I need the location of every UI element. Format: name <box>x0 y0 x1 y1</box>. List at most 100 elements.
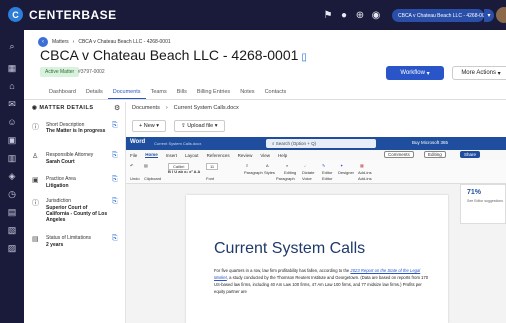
menu-layout[interactable]: Layout <box>185 153 199 158</box>
share-button[interactable]: Share <box>460 151 481 158</box>
editor-score-panel[interactable]: 71% See Editor suggestions <box>460 184 506 224</box>
workflow-button[interactable]: Workflow ▾ <box>386 66 444 80</box>
mail-icon[interactable]: ✉ <box>6 98 18 110</box>
page-title: CBCA v Chateau Beach LLC - 4268-0001 ▯ <box>40 47 307 63</box>
tab-dashboard[interactable]: Dashboard <box>44 86 81 99</box>
paste-icon[interactable]: ▤ <box>144 163 148 168</box>
menu-review[interactable]: Review <box>238 153 253 158</box>
clock-icon[interactable]: ◷ <box>6 188 18 200</box>
editing-ribbon-button[interactable]: Editing <box>284 170 296 175</box>
detail-value: Litigation <box>46 183 69 189</box>
tab-contacts[interactable]: Contacts <box>260 86 292 99</box>
detail-value: Superior Court of California - County of… <box>46 205 108 223</box>
word-menu-bar: File Home Insert Layout References Revie… <box>126 150 506 160</box>
add-ins-button[interactable]: Add-ins <box>358 170 372 175</box>
menu-view[interactable]: View <box>260 153 270 158</box>
briefcase-icon[interactable]: ▣ <box>6 134 18 146</box>
bell-icon[interactable]: ● <box>338 9 350 21</box>
comments-button[interactable]: Comments <box>384 151 414 158</box>
ribbon-group-label: Clipboard <box>144 176 162 181</box>
tab-details[interactable]: Details <box>81 86 108 99</box>
add-ins-icon[interactable]: ▦ <box>360 163 364 168</box>
top-bar: C CENTERBASE ⚑ ● ⊕ ◉ CBCA v Chateau Beac… <box>0 0 506 30</box>
documents-crumb-current: Current System Calls.docx <box>173 105 239 111</box>
editor-note: See Editor suggestions <box>467 199 503 203</box>
tab-teams[interactable]: Teams <box>146 86 172 99</box>
billing-icon[interactable]: ▧ <box>6 224 18 236</box>
reports-icon[interactable]: ▨ <box>6 242 18 254</box>
flag-icon[interactable]: ⚑ <box>322 9 334 21</box>
calendar-icon[interactable]: ▤ <box>6 206 18 218</box>
tab-bar: Dashboard Details Documents Teams Bills … <box>24 86 506 100</box>
left-sidebar: ⌕ ▦ ⌂ ✉ ☺ ▣ ▥ ◈ ◷ ▤ ▧ ▨ <box>0 30 24 323</box>
info-icon: ⓘ <box>32 124 39 131</box>
gear-icon[interactable]: ⚙ <box>114 104 120 112</box>
tab-bills[interactable]: Bills <box>172 86 192 99</box>
detail-value: The Matter is In progress <box>46 128 106 134</box>
menu-home[interactable]: Home <box>145 152 158 158</box>
styles-icon[interactable]: A <box>266 163 269 168</box>
copy-icon[interactable]: ⎘ <box>112 122 118 130</box>
editing-icon[interactable]: ⌕ <box>286 163 288 168</box>
editor-icon[interactable]: ✎ <box>322 163 325 168</box>
home-icon[interactable]: ⌂ <box>6 80 18 92</box>
paragraph-button[interactable]: Paragraph <box>244 170 263 175</box>
editing-button[interactable]: Editing <box>424 151 446 158</box>
search-icon[interactable]: ⌕ <box>6 40 18 52</box>
menu-insert[interactable]: Insert <box>166 153 177 158</box>
document-page[interactable]: Current System Calls For five quarters i… <box>186 195 448 323</box>
copy-icon[interactable]: ⎘ <box>112 235 118 243</box>
users-icon[interactable]: ☺ <box>6 116 18 128</box>
logo-icon[interactable]: C <box>8 7 23 22</box>
dictate-button[interactable]: Dictate <box>302 170 314 175</box>
document-actions: + New ▾ ⇪ Upload file ▾ <box>132 120 225 132</box>
word-online-frame: Word Current System Calls.docx ⌕ Search … <box>126 137 506 323</box>
back-arrow-icon[interactable]: ‹ <box>38 37 48 47</box>
copy-icon[interactable]: ⎘ <box>112 198 118 206</box>
status-badge: Active Matter <box>40 67 80 77</box>
dictate-icon[interactable]: ♩ <box>304 163 308 168</box>
detail-label: Responsible Attorney <box>46 152 94 158</box>
designer-button[interactable]: Designer <box>338 170 354 175</box>
word-search-input[interactable]: ⌕ Search (Option + Q) <box>266 139 376 148</box>
copy-icon[interactable]: ⎘ <box>112 152 118 160</box>
designer-icon[interactable]: ✦ <box>340 163 343 168</box>
documents-breadcrumb: Documents › Current System Calls.docx <box>132 105 239 111</box>
add-icon[interactable]: ⊕ <box>354 9 366 21</box>
grid-icon[interactable]: ▦ <box>6 62 18 74</box>
tab-billing-entries[interactable]: Billing Entries <box>192 86 235 99</box>
tab-documents[interactable]: Documents <box>107 86 146 99</box>
chart-icon[interactable]: ▥ <box>6 152 18 164</box>
briefcase-icon: ▣ <box>32 177 39 184</box>
documents-crumb-root[interactable]: Documents <box>132 105 160 111</box>
matters-icon[interactable]: ◈ <box>6 170 18 182</box>
paragraph-icon[interactable]: ≡ <box>246 163 248 168</box>
breadcrumb-root[interactable]: Matters <box>52 39 69 45</box>
upload-file-button[interactable]: ⇪ Upload file ▾ <box>174 120 225 132</box>
detail-short-description: ⓘ Short Description The Matter is In pro… <box>32 122 122 150</box>
document-icon[interactable]: ▯ <box>301 52 307 63</box>
editor-button[interactable]: Editor <box>322 170 332 175</box>
copy-icon[interactable]: ⎘ <box>112 176 118 184</box>
styles-button[interactable]: Styles <box>264 170 275 175</box>
menu-file[interactable]: File <box>130 153 137 158</box>
menu-help[interactable]: Help <box>278 153 287 158</box>
context-selector[interactable]: CBCA v Chateau Beach LLC - 4268-0001 <box>392 9 484 22</box>
chevron-down-icon[interactable]: ▾ <box>484 9 494 22</box>
format-bold-icon[interactable]: B I U ab x₂ x² A A <box>168 169 200 174</box>
tab-notes[interactable]: Notes <box>235 86 259 99</box>
info-icon: ⓘ <box>32 200 39 207</box>
avatar[interactable] <box>496 7 506 23</box>
menu-references[interactable]: References <box>207 153 230 158</box>
document-title: Current System Calls <box>214 240 366 257</box>
buy-microsoft-link[interactable]: Buy Microsoft 365 <box>412 140 448 145</box>
new-button[interactable]: + New ▾ <box>132 120 167 132</box>
help-icon[interactable]: ◉ <box>370 9 382 21</box>
documents-area: Documents › Current System Calls.docx + … <box>126 102 506 323</box>
details-header: ◉ MATTER DETAILS <box>32 105 94 111</box>
more-actions-button[interactable]: More Actions ▾ <box>452 66 506 80</box>
undo-icon[interactable]: ↶ <box>130 163 133 168</box>
font-size-select[interactable]: 11 <box>206 163 219 170</box>
matter-title: CBCA v Chateau Beach LLC - 4268-0001 <box>40 47 299 63</box>
word-ribbon: ↶ Undo ▤ Clipboard Calibri 11 B I U ab x… <box>126 160 506 184</box>
